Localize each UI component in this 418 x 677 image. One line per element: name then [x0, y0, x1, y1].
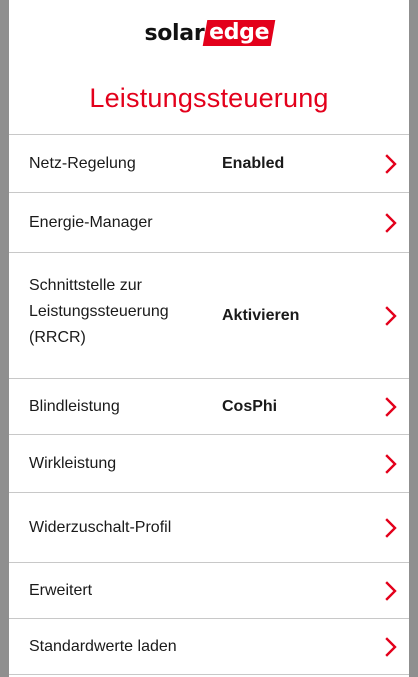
menu-item-value: CosPhi	[222, 397, 278, 415]
logo-text-solar: solar	[144, 20, 205, 46]
settings-menu: Netz-Regelung Enabled Energie-Manager Sc…	[9, 135, 409, 675]
menu-item-label: Energie-Manager	[29, 213, 153, 231]
header: solar edge Leistungssteuerung	[9, 0, 409, 135]
menu-item-standardwerte-laden[interactable]: Standardwerte laden	[9, 619, 409, 675]
chevron-right-icon	[383, 580, 399, 601]
menu-item-netz-regelung[interactable]: Netz-Regelung Enabled	[9, 135, 409, 193]
chevron-right-icon	[383, 517, 399, 538]
menu-item-label: Erweitert	[29, 581, 93, 599]
menu-item-label: Standardwerte laden	[29, 637, 177, 655]
menu-item-blindleistung[interactable]: Blindleistung CosPhi	[9, 379, 409, 435]
chevron-right-icon	[383, 453, 399, 474]
menu-item-label: Netz-Regelung	[29, 154, 136, 172]
menu-item-label: Wirkleistung	[29, 454, 117, 472]
page-title: Leistungssteuerung	[89, 83, 329, 113]
menu-item-widerzuschalt-profil[interactable]: Widerzuschalt-Profil	[9, 493, 409, 563]
logo-text-edge: edge	[203, 20, 276, 46]
menu-item-value: Enabled	[222, 154, 285, 172]
chevron-right-icon	[383, 636, 399, 657]
chevron-right-icon	[383, 212, 399, 233]
menu-item-rrcr[interactable]: Schnittstelle zur Leistungssteuerung (RR…	[9, 253, 409, 379]
menu-item-wirkleistung[interactable]: Wirkleistung	[9, 435, 409, 493]
solaredge-logo: solar edge	[9, 20, 409, 46]
menu-item-value: Aktivieren	[222, 306, 300, 324]
app-frame: solar edge Leistungssteuerung Netz-Regel…	[0, 0, 418, 677]
chevron-right-icon	[383, 396, 399, 417]
chevron-right-icon	[383, 153, 399, 174]
menu-item-energie-manager[interactable]: Energie-Manager	[9, 193, 409, 253]
menu-item-label: Schnittstelle zur Leistungssteuerung (RR…	[29, 277, 169, 346]
chevron-right-icon	[383, 305, 399, 326]
menu-item-label: Blindleistung	[29, 397, 120, 415]
menu-item-label: Widerzuschalt-Profil	[29, 518, 172, 536]
menu-item-erweitert[interactable]: Erweitert	[9, 563, 409, 619]
